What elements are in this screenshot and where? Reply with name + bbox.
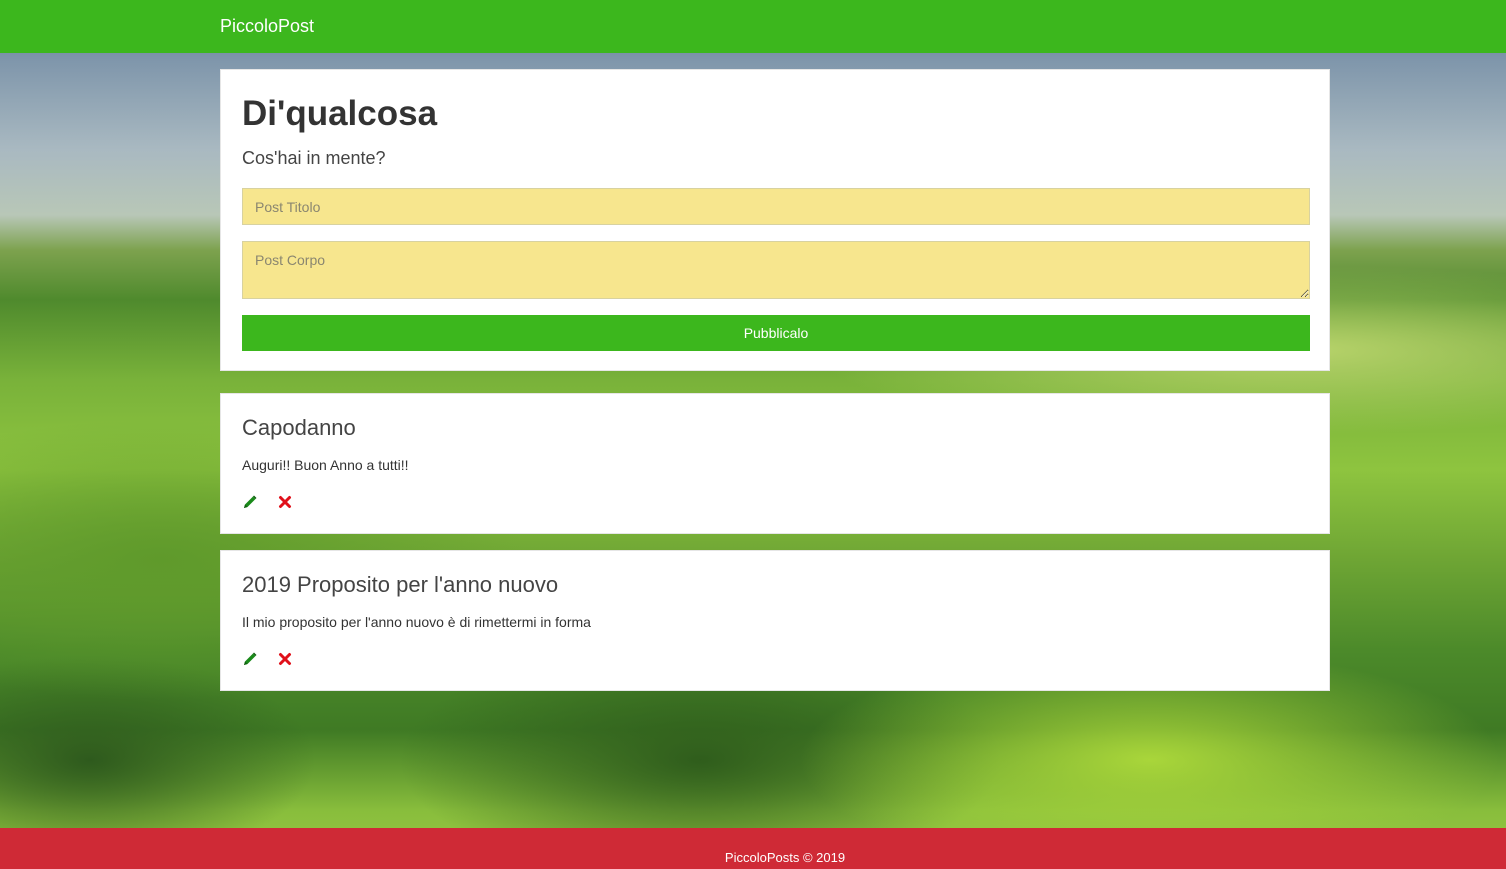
- post-card: 2019 Proposito per l'anno nuovo Il mio p…: [220, 550, 1330, 691]
- post-body: Auguri!! Buon Anno a tutti!!: [242, 457, 409, 473]
- brand-link[interactable]: PiccoloPost: [220, 14, 314, 38]
- new-post-form: Di'qualcosa Cos'hai in mente? Pubblicalo: [220, 69, 1330, 371]
- post-title-input[interactable]: [242, 188, 1310, 225]
- close-icon[interactable]: [277, 651, 293, 667]
- pencil-icon[interactable]: [242, 494, 258, 510]
- page-footer: PiccoloPosts © 2019: [0, 828, 1506, 869]
- top-navbar: PiccoloPost: [0, 0, 1506, 53]
- close-icon[interactable]: [277, 494, 293, 510]
- publish-button[interactable]: Pubblicalo: [242, 315, 1310, 351]
- post-card: Capodanno Auguri!! Buon Anno a tutti!!: [220, 393, 1330, 534]
- footer-copyright: PiccoloPosts © 2019: [724, 850, 846, 865]
- post-title: 2019 Proposito per l'anno nuovo: [242, 572, 559, 597]
- post-body-textarea[interactable]: [242, 241, 1310, 299]
- pencil-icon[interactable]: [242, 651, 258, 667]
- post-title: Capodanno: [242, 415, 356, 440]
- form-heading: Di'qualcosa: [242, 94, 438, 133]
- post-body: Il mio proposito per l'anno nuovo è di r…: [242, 614, 591, 630]
- form-subheading: Cos'hai in mente?: [242, 148, 386, 168]
